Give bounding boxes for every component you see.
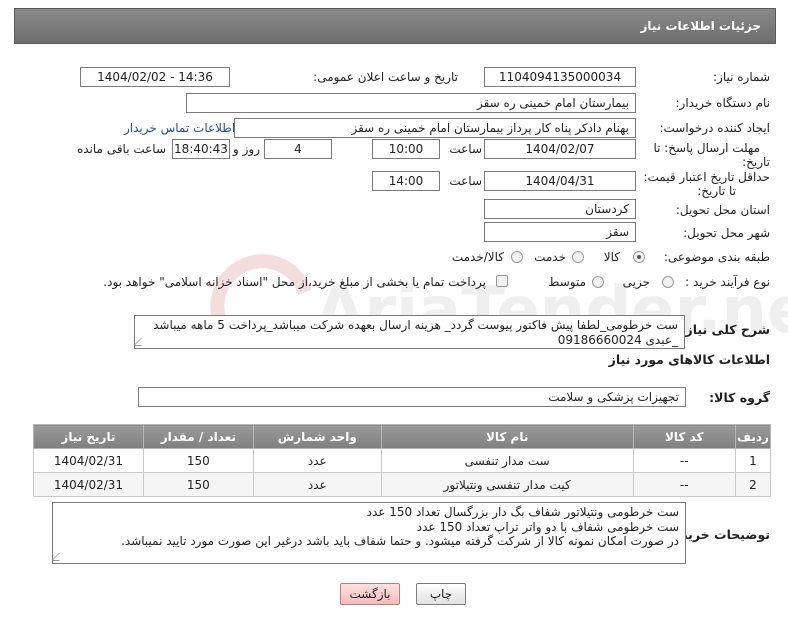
need-number-label: شماره نیاز: [713, 70, 770, 84]
row-qty: 150 [142, 448, 254, 473]
row-date: 1404/02/31 [33, 448, 144, 473]
province-label: استان محل تحویل: [675, 203, 770, 217]
goods-group-field[interactable]: تجهیزات پزشکی و سلامت [138, 387, 686, 407]
page: AriaTender.neT جزئیات اطلاعات نیاز شماره… [0, 0, 788, 620]
items-table: ردیف کد کالا نام کالا واحد شمارش تعداد /… [33, 424, 772, 497]
category-radio-goods-service[interactable] [511, 251, 523, 263]
treasury-payment-note: پرداخت تمام یا بخشی از مبلغ خرید،از محل … [103, 275, 486, 289]
city-label: شهر محل تحویل: [683, 226, 770, 240]
row-name: ست مدار تنفسی [380, 448, 634, 473]
description-label: شرح کلی نیاز: [680, 322, 770, 337]
col-index: ردیف [734, 424, 772, 449]
description-textarea[interactable]: ست خرطومی_لطفا پیش فاکتور پیوست گردد_ هز… [134, 315, 685, 349]
description-line-2: _عبدی 09186660024 [557, 333, 678, 347]
price-validity-time-label: ساعت [449, 174, 482, 188]
print-button[interactable]: چاپ [416, 583, 466, 605]
buyer-notes-line-2: ست خرطومی شفاف با دو واتر تراپ تعداد 150… [416, 519, 679, 534]
response-time-label: ساعت [449, 142, 482, 156]
price-validity-label-2: تا تاریخ: [697, 184, 736, 198]
col-code: کد کالا [632, 424, 736, 449]
remaining-label: ساعت باقی مانده [76, 142, 166, 156]
row-qty: 150 [142, 472, 254, 497]
header-bar: جزئیات اطلاعات نیاز [14, 8, 776, 44]
row-index: 2 [734, 472, 772, 497]
back-button[interactable]: بازگشت [340, 583, 400, 605]
days-label: روز و [233, 142, 260, 156]
col-qty: تعداد / مقدار [142, 424, 254, 449]
category-option-goods: کالا [603, 250, 620, 264]
announce-datetime-field[interactable]: 1404/02/02 - 14:36 [80, 67, 230, 87]
category-label: طبقه بندی موضوعی: [663, 250, 770, 264]
category-radio-goods[interactable] [633, 251, 645, 263]
category-option-goods-service: کالا/خدمت [451, 250, 504, 264]
buyer-notes-line-3: در صورت امکان نمونه کالا از شرکت گرفته م… [121, 534, 679, 548]
buyer-org-label: نام دستگاه خریدار: [675, 96, 771, 110]
row-unit: عدد [252, 448, 382, 473]
category-option-service: خدمت [534, 250, 566, 264]
price-validity-label: حداقل تاریخ اعتبار قیمت: [643, 170, 770, 184]
table-row[interactable]: 1 -- ست مدار تنفسی عدد 150 1404/02/31 [33, 448, 772, 473]
purchase-radio-medium[interactable] [592, 276, 604, 288]
announce-datetime-label: تاریخ و ساعت اعلان عمومی: [313, 70, 458, 84]
description-line-1: ست خرطومی_لطفا پیش فاکتور پیوست گردد_ هز… [153, 318, 678, 332]
need-number-field[interactable]: 1104094135000034 [484, 67, 636, 87]
items-table-header: ردیف کد کالا نام کالا واحد شمارش تعداد /… [33, 424, 772, 449]
treasury-payment-checkbox[interactable] [496, 275, 508, 287]
contact-buyer-link[interactable]: اطلاعات تماس خریدار [124, 121, 235, 135]
page-title: جزئیات اطلاعات نیاز [640, 19, 761, 33]
purchase-option-minor: جزیی [622, 275, 650, 289]
price-validity-date-field[interactable]: 1404/04/31 [484, 171, 636, 191]
price-validity-time-field[interactable]: 14:00 [372, 171, 440, 191]
buyer-notes-line-1: ست خرطومی ونتیلاتور شفاف بگ دار بزرگسال … [366, 505, 679, 519]
city-field[interactable]: سقز [484, 222, 636, 242]
row-code: -- [632, 472, 736, 497]
table-row[interactable]: 2 -- کیت مدار تنفسی ونتیلاتور عدد 150 14… [33, 472, 772, 497]
items-section-title: اطلاعات کالاهای مورد نیاز [608, 352, 770, 367]
response-date-field[interactable]: 1404/02/07 [484, 139, 636, 159]
remaining-time-field[interactable]: 18:40:43 [172, 139, 230, 159]
response-time-field[interactable]: 10:00 [372, 139, 440, 159]
requester-field[interactable]: بهنام دادکر پناه کار پرداز بیمارستان اما… [234, 118, 636, 138]
row-code: -- [632, 448, 736, 473]
response-deadline-label-2: تاریخ: [742, 155, 770, 169]
buyer-notes-textarea[interactable]: ست خرطومی ونتیلاتور شفاف بگ دار بزرگسال … [52, 502, 686, 564]
requester-label: ایجاد کننده درخواست: [659, 121, 770, 135]
col-unit: واحد شمارش [252, 424, 382, 449]
row-index: 1 [734, 448, 772, 473]
col-name: نام کالا [380, 424, 634, 449]
purchase-radio-minor[interactable] [662, 276, 674, 288]
province-field[interactable]: کردستان [484, 199, 636, 219]
row-name: کیت مدار تنفسی ونتیلاتور [380, 472, 634, 497]
purchase-type-label: نوع فرآیند خرید : [685, 275, 770, 289]
resize-handle-icon[interactable] [53, 553, 67, 561]
row-date: 1404/02/31 [33, 472, 144, 497]
response-deadline-label: مهلت ارسال پاسخ: تا [653, 141, 760, 155]
purchase-option-medium: متوسط [548, 275, 586, 289]
days-field[interactable]: 4 [264, 139, 332, 159]
buyer-org-field[interactable]: بیمارستان امام خمینی ره سقز [186, 93, 636, 113]
col-date: تاریخ نیاز [33, 424, 144, 449]
row-unit: عدد [252, 472, 382, 497]
goods-group-label: گروه کالا: [709, 390, 770, 405]
category-radio-service[interactable] [572, 251, 584, 263]
